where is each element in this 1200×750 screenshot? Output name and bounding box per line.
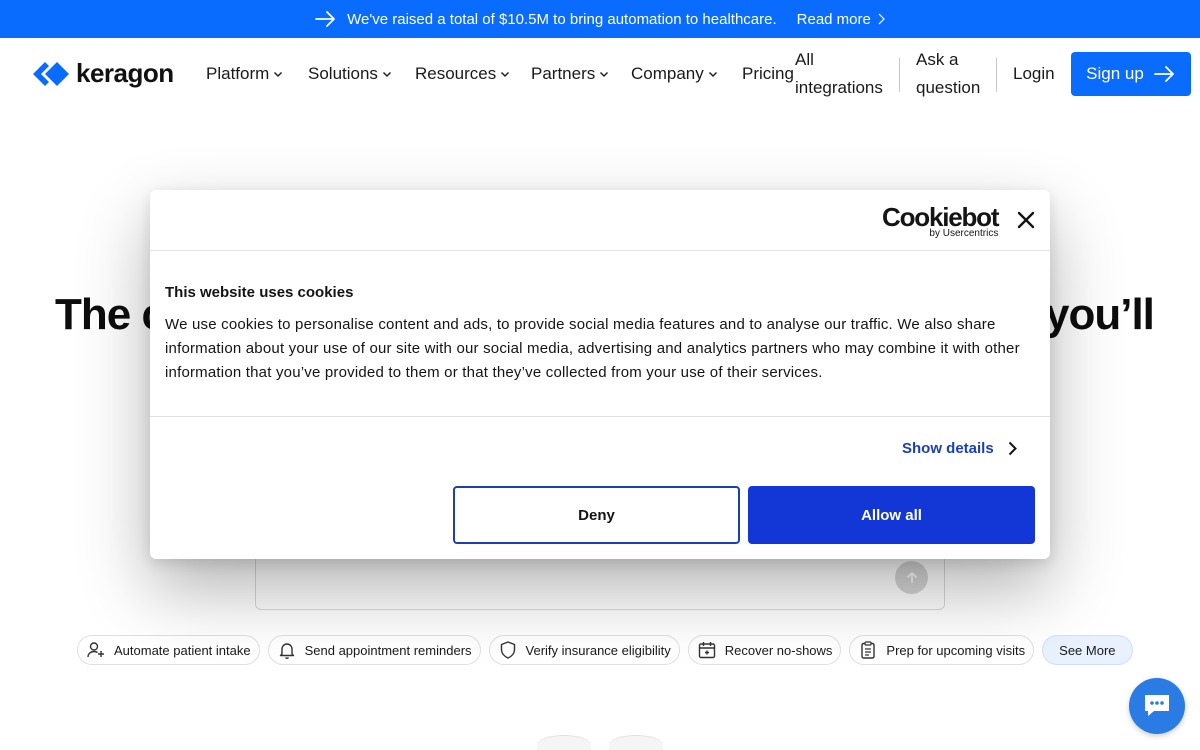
hero-heading-right: you’ll (1045, 290, 1155, 339)
cookie-description: We use cookies to personalise content an… (165, 316, 1020, 381)
nav-ask-question-line2: question (916, 78, 981, 97)
clipboard-icon (861, 641, 876, 659)
chip-label: Recover no-shows (724, 642, 833, 658)
chip-label: Automate patient intake (114, 642, 251, 658)
keragon-logo-icon (33, 61, 69, 86)
chevron-right-icon (878, 13, 885, 25)
nav-resources-label: Resources (415, 64, 497, 83)
cookie-title: This website uses cookies (165, 284, 354, 301)
logo-text: keragon (76, 58, 174, 88)
keragon-logo[interactable]: keragon (32, 58, 174, 89)
deny-button[interactable]: Deny (453, 486, 740, 544)
nav-platform[interactable]: Platform (206, 64, 283, 84)
see-more-button[interactable]: See More (1042, 635, 1133, 665)
nav-company-label: Company (631, 64, 704, 83)
cookiebot-logo: Cookiebot by Usercentrics (882, 202, 1000, 239)
chevron-down-icon (501, 71, 510, 78)
nav-all-integrations-line1: All (795, 50, 814, 69)
chevron-down-icon (274, 71, 283, 78)
arrow-right-icon (1153, 66, 1174, 82)
arrow-right-icon (315, 11, 337, 27)
nav-partners[interactable]: Partners (531, 64, 609, 84)
nav-resources[interactable]: Resources (415, 64, 510, 84)
hero-heading-left: The c (55, 290, 166, 339)
chip-recover-no-shows[interactable]: Recover no-shows (687, 635, 842, 665)
cookie-consent-dialog: Cookiebot by Usercentrics This website u… (150, 190, 1050, 559)
calendar-icon (698, 642, 715, 659)
close-icon[interactable] (1016, 210, 1036, 230)
signup-label: Sign up (1086, 64, 1144, 83)
show-details-label: Show details (902, 440, 994, 457)
chip-prep-upcoming-visits[interactable]: Prep for upcoming visits (849, 635, 1035, 665)
chip-verify-insurance-eligibility[interactable]: Verify insurance eligibility (488, 635, 680, 665)
arrow-up-icon (906, 571, 917, 583)
read-more-label: Read more (796, 10, 871, 28)
cookie-divider (150, 416, 1050, 417)
nav-ask-question-line1: Ask a (916, 50, 959, 69)
nav-divider (996, 58, 997, 92)
chip-label: Verify insurance eligibility (525, 642, 671, 658)
chip-label: Send appointment reminders (304, 642, 472, 658)
nav-platform-label: Platform (206, 64, 270, 83)
chevron-down-icon (600, 71, 609, 78)
nav-solutions[interactable]: Solutions (308, 64, 392, 84)
chevron-down-icon (382, 71, 391, 78)
nav-ask-question[interactable]: Ask a question (916, 46, 980, 102)
chevron-right-icon (1008, 441, 1017, 456)
cookiebot-brand: Cookiebot (882, 202, 1000, 232)
decorative-shape (609, 735, 663, 750)
chip-send-appointment-reminders[interactable]: Send appointment reminders (267, 635, 481, 665)
shield-icon (500, 641, 515, 659)
show-details-link[interactable]: Show details (902, 440, 1017, 457)
suggestion-chips: Automate patient intake Send appointment… (77, 635, 1133, 665)
allow-all-button[interactable]: Allow all (748, 486, 1035, 544)
chat-icon (1145, 695, 1169, 716)
login-link[interactable]: Login (1013, 64, 1055, 84)
read-more-link[interactable]: Read more (797, 11, 885, 28)
send-button[interactable] (895, 561, 928, 594)
signup-button[interactable]: Sign up (1071, 52, 1191, 96)
nav-partners-label: Partners (531, 64, 596, 83)
nav-company[interactable]: Company (631, 64, 718, 84)
main-navigation: keragon Platform Solutions Resources Par… (0, 38, 1200, 110)
chevron-down-icon (708, 71, 717, 78)
announcement-text: We've raised a total of $10.5M to bring … (347, 10, 777, 28)
announcement-bar: We've raised a total of $10.5M to bring … (0, 0, 1200, 38)
chat-widget-button[interactable] (1129, 678, 1185, 734)
nav-pricing[interactable]: Pricing (742, 64, 794, 84)
decorative-shape (537, 735, 591, 750)
nav-solutions-label: Solutions (308, 64, 378, 83)
nav-divider (899, 58, 900, 92)
user-plus-icon (87, 642, 104, 658)
bell-icon (279, 643, 294, 659)
nav-all-integrations[interactable]: All integrations (795, 46, 883, 102)
cookie-dialog-header: Cookiebot by Usercentrics (150, 190, 1050, 251)
chip-label: Prep for upcoming visits (886, 642, 1026, 658)
nav-all-integrations-line2: integrations (795, 78, 883, 97)
chip-automate-patient-intake[interactable]: Automate patient intake (77, 635, 260, 665)
